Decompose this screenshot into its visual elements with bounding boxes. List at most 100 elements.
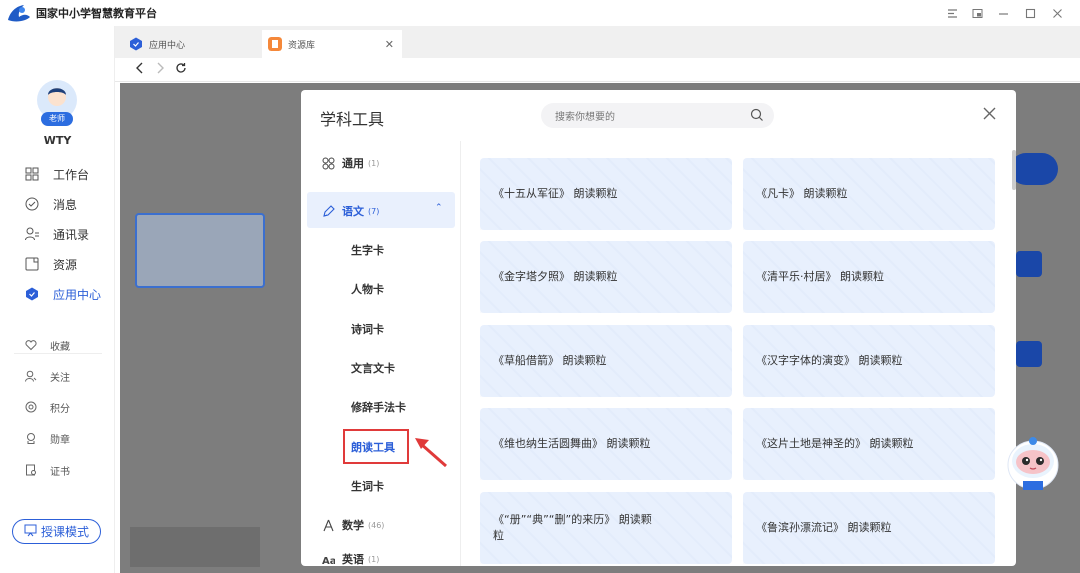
grid-icon: [321, 156, 335, 170]
category-count: (7): [368, 206, 380, 216]
assistant-robot-icon[interactable]: [1006, 435, 1060, 493]
category-chinese[interactable]: 语文 (7): [321, 203, 379, 219]
browser-nav-row: [115, 58, 1080, 82]
background-toolbar: [130, 527, 260, 567]
search-icon[interactable]: [750, 108, 764, 122]
category-english[interactable]: Aa 英语 (1): [321, 551, 380, 566]
refresh-icon[interactable]: [175, 62, 187, 77]
sidebar-item-label: 应用中心: [53, 287, 102, 302]
follow-icon: [24, 369, 38, 383]
minimize-icon[interactable]: [994, 4, 1012, 22]
role-badge: 老师: [41, 112, 73, 126]
teaching-mode-label: 授课模式: [40, 525, 89, 539]
tool-card[interactable]: 《十五从军征》 朗读颗粒: [480, 158, 732, 230]
sidebar-item-label: 积分: [50, 403, 70, 415]
sidebar-item-label: 资源: [53, 257, 78, 272]
modal-title: 学科工具: [320, 110, 385, 129]
sidebar-item-resources[interactable]: 资源: [24, 254, 77, 274]
contacts-icon: [24, 226, 40, 242]
sidebar-item-favorites[interactable]: 收藏: [24, 335, 70, 355]
subitem-new-character-card[interactable]: 生字卡: [351, 242, 384, 258]
svg-text:Aa: Aa: [322, 556, 335, 566]
sidebar-item-points[interactable]: 积分: [24, 397, 70, 417]
settings-list-icon[interactable]: [943, 4, 961, 22]
tool-card-label: 《凡卡》 朗读颗粒: [756, 187, 848, 200]
certificate-icon: [24, 463, 38, 477]
sidebar-item-label: 勋章: [50, 434, 70, 446]
subject-tools-modal: 学科工具 搜索你想要的 通用 (1) 语文 (7) ⌃ 生字卡 人物卡 诗词卡 …: [301, 90, 1016, 566]
app-center-icon: [24, 286, 40, 302]
category-general[interactable]: 通用 (1): [321, 155, 379, 171]
close-tab-icon[interactable]: ✕: [385, 38, 394, 51]
sidebar-item-workbench[interactable]: 工作台: [24, 164, 89, 184]
category-list: 通用 (1) 语文 (7) ⌃ 生字卡 人物卡 诗词卡 文言文卡 修辞手法卡 朗…: [301, 141, 461, 566]
tool-card[interactable]: 《金字塔夕照》 朗读颗粒: [480, 241, 732, 313]
close-window-icon[interactable]: [1048, 4, 1066, 22]
sidebar-item-messages[interactable]: 消息: [24, 194, 77, 214]
background-button: [1010, 153, 1058, 185]
sidebar-item-label: 工作台: [53, 167, 90, 182]
category-count: (46): [368, 520, 385, 530]
tab-app-center[interactable]: 应用中心: [125, 30, 265, 58]
subitem-poetry-card[interactable]: 诗词卡: [351, 321, 384, 337]
subitem-classical-card[interactable]: 文言文卡: [351, 360, 395, 376]
title-bar: 国家中小学智慧教育平台: [0, 0, 1080, 26]
tool-card-grid: 《十五从军征》 朗读颗粒 《凡卡》 朗读颗粒 《金字塔夕照》 朗读颗粒 《清平乐…: [461, 141, 1016, 566]
chevron-up-icon[interactable]: ⌃: [435, 203, 443, 213]
sidebar-item-label: 证书: [50, 466, 70, 478]
search-placeholder: 搜索你想要的: [555, 112, 615, 123]
english-icon: Aa: [321, 552, 335, 566]
sidebar-item-label: 消息: [53, 197, 78, 212]
tool-card[interactable]: 《清平乐·村居》 朗读颗粒: [743, 241, 995, 313]
medal-icon: [24, 431, 38, 445]
tool-card-label: 《清平乐·村居》 朗读颗粒: [756, 270, 884, 283]
tool-card-label: 《十五从军征》 朗读颗粒: [493, 187, 618, 200]
maximize-icon[interactable]: [1021, 4, 1039, 22]
subitem-vocabulary-card[interactable]: 生词卡: [351, 478, 384, 494]
category-math[interactable]: 数学 (46): [321, 517, 384, 533]
forward-icon[interactable]: [155, 62, 165, 77]
search-input[interactable]: 搜索你想要的: [541, 103, 774, 128]
tab-label: 应用中心: [149, 40, 186, 51]
app-title: 国家中小学智慧教育平台: [36, 7, 157, 20]
scrollbar[interactable]: [1012, 150, 1016, 190]
sidebar-item-certificates[interactable]: 证书: [24, 460, 70, 480]
category-label: 语文: [342, 205, 364, 218]
tool-card[interactable]: 《草船借箭》 朗读颗粒: [480, 325, 732, 397]
tool-card[interactable]: 《“册”“典”“删”的来历》 朗读颗粒: [480, 492, 732, 564]
tool-card-label: 《维也纳生活圆舞曲》 朗读颗粒: [493, 437, 651, 450]
tool-card-label: 《金字塔夕照》 朗读颗粒: [493, 270, 618, 283]
left-sidebar: 老师 WTY 工作台 消息 通讯录 资源 应用中心 收藏 关注 积分 勋章 证书…: [0, 26, 115, 573]
subitem-rhetoric-card[interactable]: 修辞手法卡: [351, 399, 406, 415]
red-arrow-annotation: [415, 438, 447, 468]
points-icon: [24, 400, 38, 414]
close-modal-icon[interactable]: [983, 104, 996, 125]
app-center-tab-icon: [130, 37, 142, 51]
background-block: [1016, 251, 1042, 277]
tool-card[interactable]: 《鲁滨孙漂流记》 朗读颗粒: [743, 492, 995, 564]
mini-window-icon[interactable]: [968, 4, 986, 22]
subitem-character-card[interactable]: 人物卡: [351, 281, 384, 297]
tool-card-label: 《鲁滨孙漂流记》 朗读颗粒: [756, 521, 892, 534]
back-icon[interactable]: [135, 62, 145, 77]
resource-library-tab-icon: [268, 37, 282, 51]
dashboard-icon: [24, 166, 40, 182]
tool-card[interactable]: 《维也纳生活圆舞曲》 朗读颗粒: [480, 408, 732, 480]
heart-icon: [24, 338, 38, 352]
sidebar-item-medals[interactable]: 勋章: [24, 428, 70, 448]
category-label: 通用: [342, 157, 364, 170]
sidebar-item-contacts[interactable]: 通讯录: [24, 224, 89, 244]
tool-card[interactable]: 《汉字字体的演变》 朗读颗粒: [743, 325, 995, 397]
teaching-mode-button[interactable]: 授课模式: [12, 519, 101, 544]
sidebar-item-follow[interactable]: 关注: [24, 366, 70, 386]
sidebar-item-label: 收藏: [50, 341, 70, 353]
category-count: (1): [368, 158, 380, 168]
tool-card-label: 《汉字字体的演变》 朗读颗粒: [756, 354, 903, 367]
tab-resource-library[interactable]: 资源库 ✕: [262, 30, 402, 58]
tool-card[interactable]: 《这片土地是神圣的》 朗读颗粒: [743, 408, 995, 480]
resource-icon: [24, 256, 40, 272]
platform-logo-icon: [8, 5, 30, 22]
tool-card[interactable]: 《凡卡》 朗读颗粒: [743, 158, 995, 230]
tab-label: 资源库: [288, 40, 316, 51]
sidebar-item-app-center[interactable]: 应用中心: [24, 284, 101, 304]
